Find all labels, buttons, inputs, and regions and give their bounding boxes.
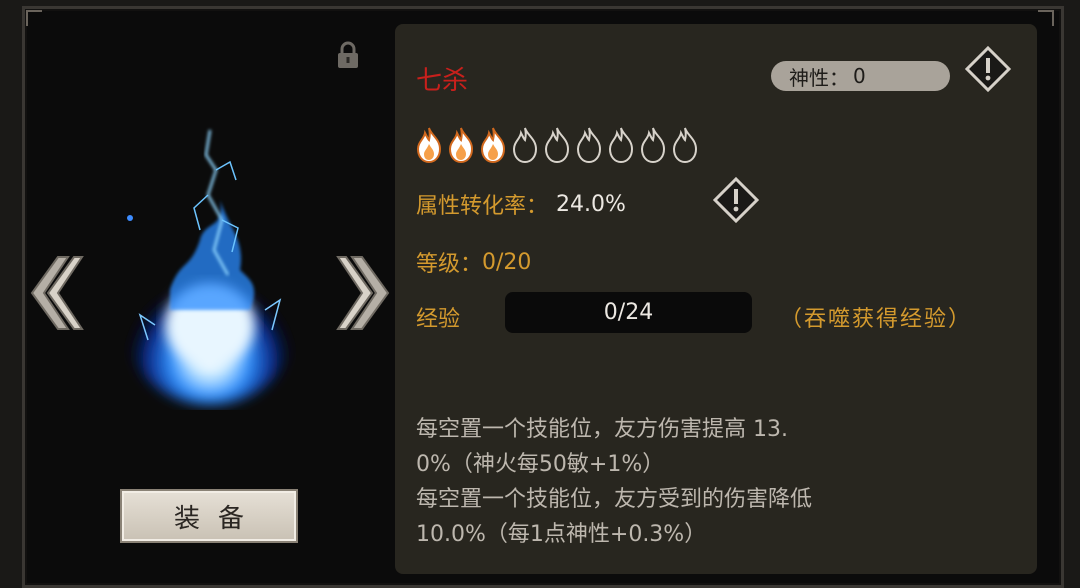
level-row: 等级： 0/20	[416, 246, 531, 278]
flame-icon	[640, 127, 666, 164]
divinity-value: 0	[853, 64, 866, 88]
conversion-rate-row: 属性转化率： 24.0%	[416, 188, 626, 220]
description-line: 0%（神火每50敏+1%）	[416, 452, 665, 477]
warning-diamond-icon[interactable]	[713, 177, 759, 223]
frame-corner-ornament	[1038, 10, 1054, 26]
flame-icon	[672, 127, 698, 164]
flame-icon	[512, 127, 538, 164]
description-line: 每空置一个技能位，友方受到的伤害降低	[416, 487, 813, 512]
level-label: 等级：	[416, 252, 483, 277]
flame-icon	[480, 127, 506, 164]
flame-icon	[416, 127, 442, 164]
equip-button[interactable]: 装备	[120, 489, 298, 543]
flame-icon	[448, 127, 474, 164]
chevron-right-icon[interactable]	[336, 255, 392, 331]
flame-icon	[544, 127, 570, 164]
conversion-rate-value: 24.0%	[556, 191, 626, 217]
description-line: 10.0%（每1点神性+0.3%）	[416, 522, 707, 547]
description-line: 每空置一个技能位，友方伤害提高 13.	[416, 417, 788, 442]
exp-label: 经验	[416, 307, 461, 332]
chevron-left-icon[interactable]	[28, 255, 84, 331]
flame-rating	[414, 126, 700, 164]
warning-diamond-icon[interactable]	[965, 46, 1011, 92]
exp-hint: （吞噬获得经验）	[780, 307, 973, 332]
divinity-label: 神性：	[789, 65, 849, 90]
flame-icon	[608, 127, 634, 164]
blue-divine-fire-image	[125, 129, 295, 405]
frame-corner-ornament	[26, 10, 42, 26]
item-description: 每空置一个技能位，友方伤害提高 13. 0%（神火每50敏+1%） 每空置一个技…	[416, 412, 1006, 552]
flame-icon	[576, 127, 602, 164]
exp-value: 0/24	[603, 300, 654, 325]
conversion-rate-label: 属性转化率：	[416, 194, 549, 219]
item-name: 七杀	[416, 66, 469, 96]
lock-icon[interactable]	[335, 40, 361, 70]
exp-progress-bar: 0/24	[505, 292, 752, 333]
divinity-badge: 神性： 0	[771, 61, 950, 91]
level-value: 0/20	[482, 249, 532, 275]
